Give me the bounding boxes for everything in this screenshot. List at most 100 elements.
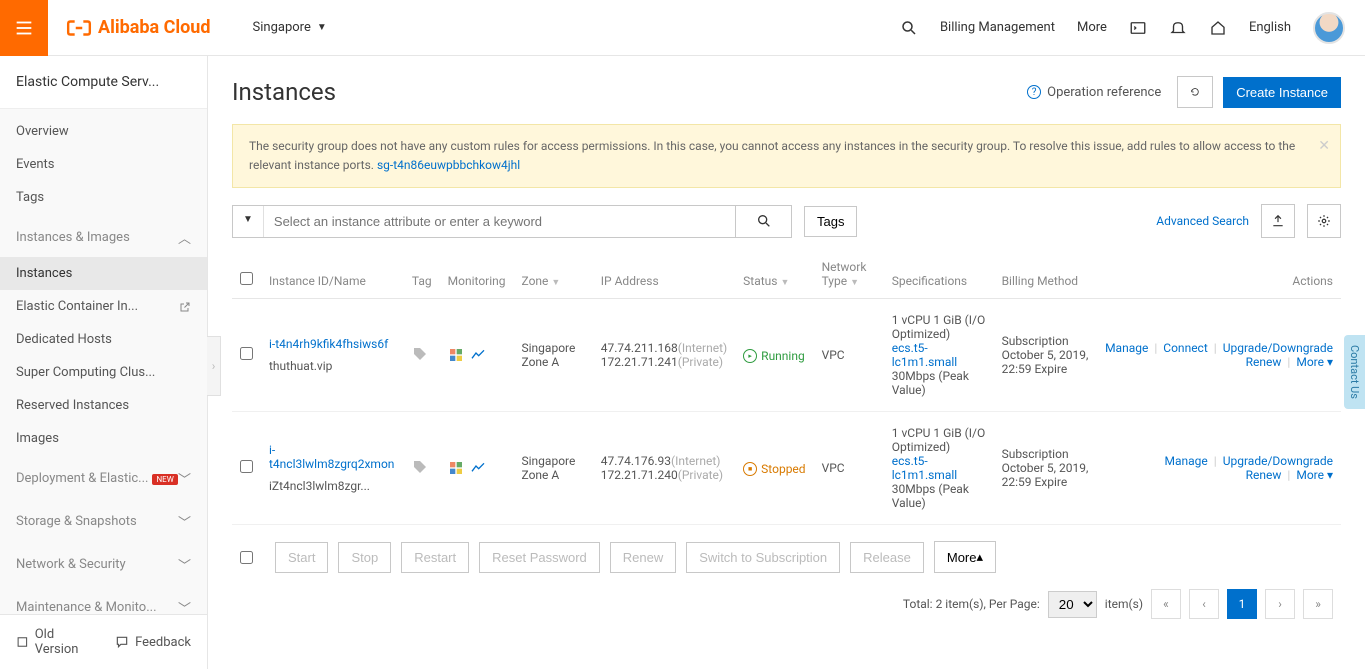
page-first-button[interactable]: « xyxy=(1151,589,1181,619)
billing-cell: SubscriptionOctober 5, 2019, 22:59 Expir… xyxy=(994,412,1097,525)
search-button[interactable] xyxy=(735,206,791,237)
export-button[interactable] xyxy=(1261,204,1295,238)
home-icon[interactable] xyxy=(1209,19,1227,37)
col-actions: Actions xyxy=(1097,250,1341,299)
alert-sg-link[interactable]: sg-t4n86euwpbbchkow4jhl xyxy=(377,158,520,172)
instance-type-link[interactable]: ecs.t5-lc1m1.small xyxy=(892,341,986,369)
search-attribute-dropdown[interactable]: ▼ xyxy=(233,206,264,237)
col-network[interactable]: Network Type▼ xyxy=(814,250,884,299)
service-title[interactable]: Elastic Compute Serv... xyxy=(0,56,207,109)
more-action[interactable]: More ▾ xyxy=(1296,468,1333,482)
per-page-select[interactable]: 20 xyxy=(1048,591,1097,618)
language-selector[interactable]: English xyxy=(1249,20,1291,35)
notification-icon[interactable] xyxy=(1169,19,1187,37)
col-status[interactable]: Status▼ xyxy=(735,250,813,299)
contact-us-tab[interactable]: Contact Us xyxy=(1344,335,1365,409)
close-icon[interactable]: ✕ xyxy=(1318,135,1330,157)
bulk-restart-button[interactable]: Restart xyxy=(401,542,469,573)
region-label: Singapore xyxy=(253,20,311,35)
row-checkbox[interactable] xyxy=(240,460,253,473)
hamburger-menu[interactable] xyxy=(0,0,48,56)
instance-type-link[interactable]: ecs.t5-lc1m1.small xyxy=(892,454,986,482)
region-selector[interactable]: Singapore ▼ xyxy=(229,20,351,35)
more-link[interactable]: More xyxy=(1077,20,1107,35)
feedback-label: Feedback xyxy=(135,635,191,650)
sidebar-item-events[interactable]: Events xyxy=(0,148,207,181)
page-last-button[interactable]: » xyxy=(1303,589,1333,619)
sidebar-group-label: Deployment & Elastic... xyxy=(16,471,148,486)
bulk-reset-password-button[interactable]: Reset Password xyxy=(479,542,600,573)
bulk-renew-button[interactable]: Renew xyxy=(610,542,676,573)
sidebar-group-network[interactable]: Network & Security ﹀ xyxy=(0,545,207,584)
connect-action[interactable]: Connect xyxy=(1163,341,1207,355)
refresh-icon xyxy=(1190,84,1200,100)
create-instance-button[interactable]: Create Instance xyxy=(1223,77,1341,108)
sidebar-item-overview[interactable]: Overview xyxy=(0,115,207,148)
advanced-search-link[interactable]: Advanced Search xyxy=(1156,214,1249,228)
more-action[interactable]: More ▾ xyxy=(1296,355,1333,369)
bulk-switch-subscription-button[interactable]: Switch to Subscription xyxy=(686,542,840,573)
search-combo: ▼ xyxy=(232,205,792,238)
monitor-color-icon[interactable] xyxy=(448,460,464,476)
page-number-button[interactable]: 1 xyxy=(1227,589,1257,619)
settings-button[interactable] xyxy=(1307,204,1341,238)
feedback-link[interactable]: Feedback xyxy=(115,627,191,657)
instance-id-link[interactable]: i-t4ncl3lwlm8zgrq2xmon xyxy=(269,443,396,471)
zone-cell: Singapore Zone A xyxy=(514,412,593,525)
play-icon: ▸ xyxy=(743,349,757,363)
chart-icon[interactable] xyxy=(470,460,486,476)
sidebar-item-tags[interactable]: Tags xyxy=(0,181,207,214)
gear-icon xyxy=(1317,214,1331,228)
shell-icon[interactable] xyxy=(1129,19,1147,37)
search-icon[interactable] xyxy=(900,19,918,37)
bulk-release-button[interactable]: Release xyxy=(850,542,924,573)
chevron-down-icon: ﹀ xyxy=(178,598,191,614)
refresh-button[interactable] xyxy=(1177,76,1213,108)
tag-icon[interactable] xyxy=(412,346,428,362)
sidebar-item-dedicated-hosts[interactable]: Dedicated Hosts xyxy=(0,323,207,356)
col-ip: IP Address xyxy=(593,250,735,299)
sidebar-collapse-handle[interactable]: › xyxy=(207,336,221,396)
caret-down-icon: ▼ xyxy=(551,278,560,288)
sidebar-group-storage[interactable]: Storage & Snapshots ﹀ xyxy=(0,502,207,541)
upgrade-action[interactable]: Upgrade/Downgrade xyxy=(1223,454,1333,468)
page-prev-button[interactable]: ‹ xyxy=(1189,589,1219,619)
sidebar-item-images[interactable]: Images xyxy=(0,422,207,455)
tag-icon[interactable] xyxy=(412,459,428,475)
renew-action[interactable]: Renew xyxy=(1246,355,1282,369)
bulk-select-checkbox[interactable] xyxy=(240,551,253,564)
row-checkbox[interactable] xyxy=(240,347,253,360)
operation-reference-link[interactable]: ? Operation reference xyxy=(1027,85,1161,100)
sidebar-item-elastic-container[interactable]: Elastic Container In... xyxy=(0,290,207,323)
manage-action[interactable]: Manage xyxy=(1165,454,1208,468)
billing-link[interactable]: Billing Management xyxy=(940,20,1055,35)
table-row: i-t4ncl3lwlm8zgrq2xmoniZt4ncl3lwlm8zgr..… xyxy=(232,412,1341,525)
monitor-color-icon[interactable] xyxy=(448,347,464,363)
avatar[interactable] xyxy=(1313,12,1345,44)
page-next-button[interactable]: › xyxy=(1265,589,1295,619)
chart-icon[interactable] xyxy=(470,347,486,363)
instance-id-link[interactable]: i-t4n4rh9kfik4fhsiws6f xyxy=(269,337,396,351)
brand-logo[interactable]: Alibaba Cloud xyxy=(48,15,229,41)
brand-text: Alibaba Cloud xyxy=(98,17,211,38)
sidebar-group-maintenance[interactable]: Maintenance & Monito... ﹀ xyxy=(0,588,207,614)
tags-button[interactable]: Tags xyxy=(804,206,857,237)
pagination-items-label: item(s) xyxy=(1105,597,1143,611)
chevron-down-icon: ﹀ xyxy=(178,469,191,488)
manage-action[interactable]: Manage xyxy=(1105,341,1148,355)
sidebar-item-instances[interactable]: Instances xyxy=(0,257,207,290)
bulk-start-button[interactable]: Start xyxy=(275,542,328,573)
upgrade-action[interactable]: Upgrade/Downgrade xyxy=(1223,341,1333,355)
sidebar-group-deployment[interactable]: Deployment & Elastic...NEW ﹀ xyxy=(0,459,207,498)
bulk-more-button[interactable]: More▴ xyxy=(934,541,996,573)
search-input[interactable] xyxy=(264,206,735,237)
select-all-checkbox[interactable] xyxy=(240,272,253,285)
chevron-up-icon: ︿ xyxy=(178,228,191,247)
sidebar-item-super-computing[interactable]: Super Computing Clus... xyxy=(0,356,207,389)
sidebar-group-instances-images[interactable]: Instances & Images ︿ xyxy=(0,218,207,257)
sidebar-item-reserved[interactable]: Reserved Instances xyxy=(0,389,207,422)
bulk-stop-button[interactable]: Stop xyxy=(338,542,391,573)
old-version-link[interactable]: Old Version xyxy=(16,627,95,657)
col-zone[interactable]: Zone▼ xyxy=(514,250,593,299)
renew-action[interactable]: Renew xyxy=(1246,468,1282,482)
